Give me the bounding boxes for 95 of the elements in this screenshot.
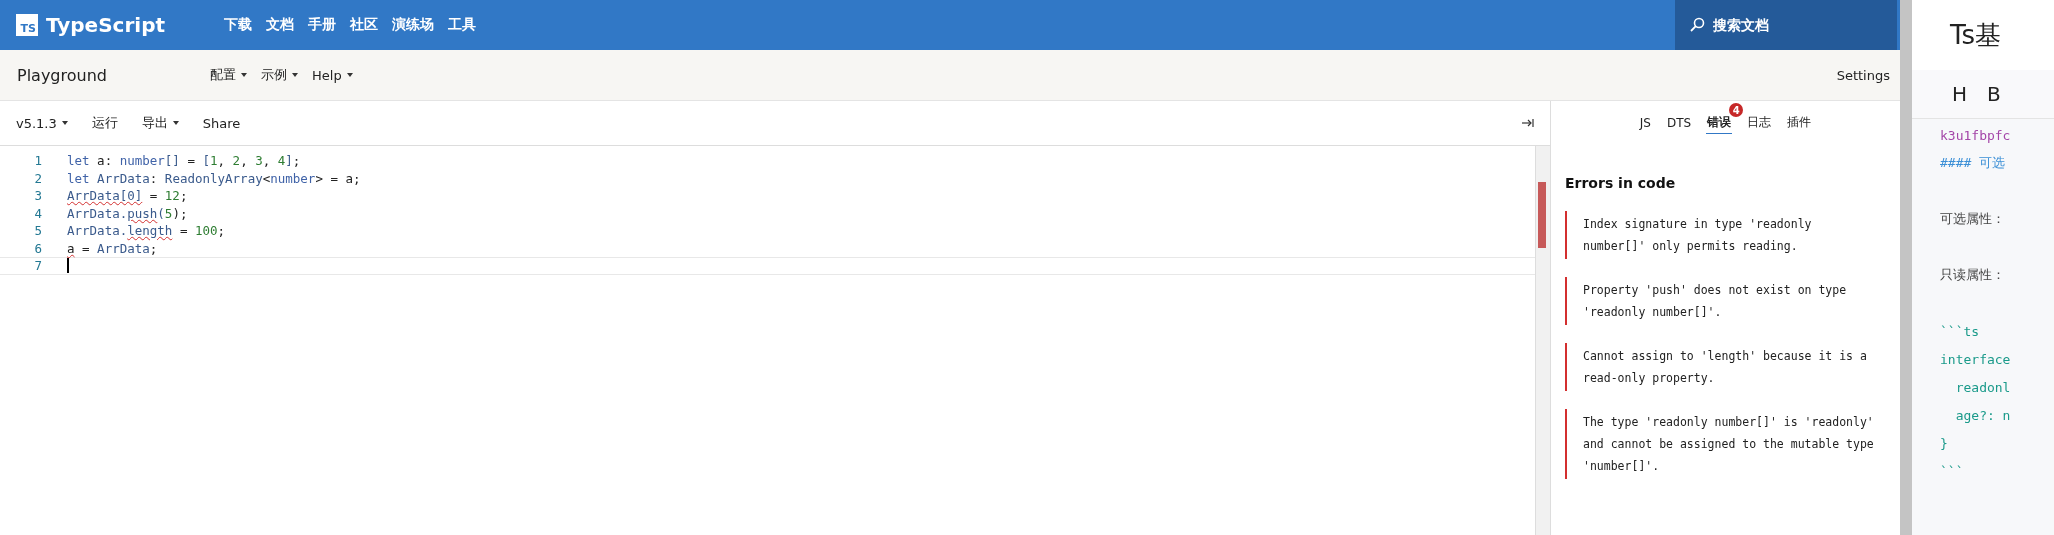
code-token: = — [178, 223, 189, 241]
error-count-badge: 4 — [1729, 103, 1744, 117]
code-token: [] — [164, 153, 180, 171]
markdown-line: ``` — [1940, 463, 1964, 479]
code-token: < — [262, 170, 271, 188]
code-token: ArrData. — [67, 223, 128, 241]
code-token: ArrData[0] — [67, 188, 143, 206]
nav-link[interactable]: 文档 — [266, 16, 294, 34]
code-token: ); — [172, 205, 188, 223]
markdown-line: k3u1fbpfc — [1940, 127, 2011, 143]
code-token: 2 — [232, 153, 241, 171]
line-number: 6 — [33, 240, 43, 256]
code-token: ReadonlyArray — [164, 170, 263, 188]
code-token: number — [270, 170, 316, 188]
nav-link[interactable]: 下载 — [224, 16, 252, 34]
code-token: ArrData. — [67, 205, 128, 223]
playground-title: Playground — [17, 65, 108, 85]
site-logo-text[interactable]: TypeScript — [46, 13, 166, 37]
markdown-line: #### 可选 — [1940, 154, 2006, 172]
code-token: a: — [97, 153, 114, 171]
code-token: , — [217, 153, 227, 171]
editor-scrollbar[interactable] — [1535, 146, 1550, 535]
code-token: let — [67, 153, 91, 171]
error-message: The type 'readonly number[]' is 'readonly' and cannot be assigned to the mutable type 'number[]'. — [1565, 409, 1886, 479]
nav-link[interactable]: 社区 — [350, 16, 378, 34]
search-icon — [1689, 17, 1705, 33]
collapse-icon[interactable] — [1522, 118, 1534, 128]
code-token: length — [127, 223, 173, 241]
code-token: : — [149, 170, 159, 188]
markdown-line: 只读属性： — [1940, 266, 2005, 284]
code-token: let — [67, 170, 91, 188]
document-title: Ts基 — [1949, 18, 2003, 52]
sidebar-tab[interactable]: 日志 — [1746, 112, 1773, 134]
settings-link[interactable]: Settings — [1836, 67, 1890, 83]
pane-scrollbar[interactable] — [1900, 0, 1912, 535]
toolbar-button[interactable]: v5.1.3 — [16, 115, 68, 131]
code-token: = — [186, 153, 196, 171]
code-token: push — [127, 205, 158, 223]
code-token: a — [67, 240, 75, 258]
line-number: 2 — [33, 170, 43, 186]
toolbar-button[interactable]: 运行 — [91, 114, 118, 132]
code-token: ArrData — [97, 240, 150, 258]
code-token: [ — [202, 153, 210, 171]
toolbar-button[interactable]: 导出 — [141, 114, 179, 132]
code-token: ; — [292, 153, 301, 171]
code-token: 12 — [164, 188, 180, 206]
error-message: Property 'push' does not exist on type 'readonly number[]'. — [1565, 277, 1886, 325]
code-token: ( — [157, 205, 165, 223]
errors-heading: Errors in code — [1565, 175, 1677, 191]
nav-link[interactable]: 演练场 — [392, 16, 434, 34]
code-token: 4 — [277, 153, 286, 171]
markdown-line: 可选属性： — [1940, 210, 2005, 228]
code-token: 100 — [194, 223, 218, 241]
error-message: Index signature in type 'readonly number[]' only permits reading. — [1565, 211, 1886, 259]
code-token: = — [148, 188, 159, 206]
error-message: Cannot assign to 'length' because it is a read-only property. — [1565, 343, 1886, 391]
line-number: 1 — [33, 153, 43, 169]
markdown-line: ```ts — [1940, 323, 1980, 339]
markdown-line: readonl — [1954, 379, 2011, 395]
nav-link[interactable]: 工具 — [448, 16, 476, 34]
menu-button[interactable]: 配置 — [210, 66, 247, 84]
line-number: 4 — [33, 205, 43, 221]
code-token: > = a; — [315, 170, 361, 188]
line-number: 3 — [33, 188, 43, 204]
error-marker — [1538, 182, 1546, 248]
format-button[interactable]: B — [1987, 82, 2001, 106]
search-field[interactable]: 搜索文档 — [1711, 16, 1865, 34]
menu-button[interactable]: 示例 — [261, 66, 298, 84]
sidebar-tab[interactable]: JS — [1638, 113, 1652, 133]
sidebar-tab[interactable]: 插件 — [1786, 112, 1813, 134]
code-token: ArrData — [97, 170, 150, 188]
text-cursor — [67, 258, 69, 274]
line-number: 5 — [33, 223, 43, 239]
code-editor[interactable]: 1 let a: number[] = [1, 2, 3, 4]; 2 let ArrData: ReadonlyArray<number> = a; 3 ArrData[0] = 12; 4 ArrData.push(5); 5 ArrData.length = 100; 6 a = ArrData; 7 — [0, 146, 1550, 535]
markdown-line: age?: n — [1954, 407, 2011, 423]
code-token: 1 — [210, 153, 218, 171]
code-token: 3 — [255, 153, 263, 171]
logo-icon[interactable]: TS — [16, 14, 38, 36]
nav-link[interactable]: 手册 — [308, 16, 336, 34]
code-token: = — [81, 240, 91, 258]
code-token: , — [240, 153, 249, 171]
menu-button[interactable]: Help — [312, 66, 353, 84]
line-number: 7 — [33, 258, 43, 274]
format-button[interactable]: H — [1952, 82, 1968, 106]
code-token: , — [262, 153, 272, 171]
code-token: ] — [285, 153, 293, 171]
code-token: ; — [149, 240, 158, 258]
code-token: ; — [179, 188, 188, 206]
toolbar-button[interactable]: Share — [202, 115, 241, 131]
code-token: 5 — [164, 205, 173, 223]
sidebar-tab[interactable]: DTS — [1666, 113, 1693, 133]
markdown-line: } — [1940, 435, 1948, 451]
code-token: number — [119, 153, 165, 171]
code-token: ; — [217, 223, 226, 241]
markdown-line: interface — [1940, 351, 2011, 367]
